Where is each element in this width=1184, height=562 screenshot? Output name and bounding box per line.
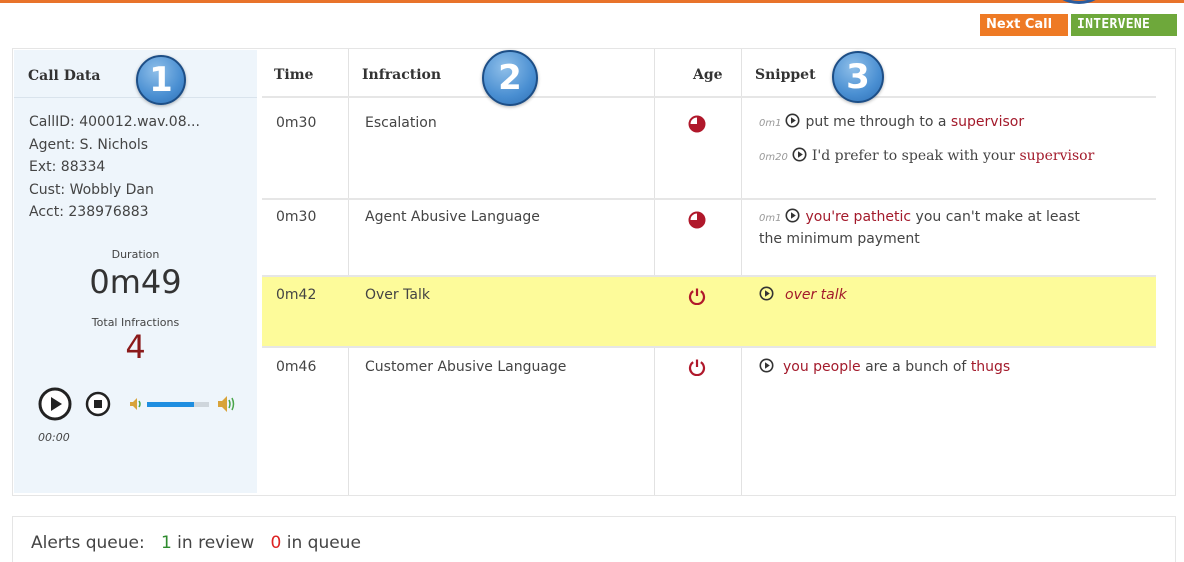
stop-icon[interactable] [85, 391, 111, 417]
queue-count[interactable]: 0 [271, 533, 282, 553]
snippet-line: 0m1 you're pathetic you can't make at lea… [759, 207, 1149, 250]
row-infraction: Escalation [365, 115, 437, 131]
column-header-snippet: Snippet [755, 67, 816, 83]
total-infractions-value: 4 [125, 328, 146, 366]
call-data-sidebar: Call Data CallID: 400012.wav.08... Agent… [14, 50, 257, 493]
duration-label: Duration [111, 248, 160, 261]
play-snippet-icon[interactable] [792, 147, 807, 162]
snippet-timestamp: 0m1 [759, 213, 782, 224]
column-divider [654, 49, 655, 495]
review-label: in review [177, 533, 255, 553]
agent-name: Agent: S. Nichols [29, 136, 149, 153]
snippet-timestamp: 0m1 [759, 118, 782, 129]
call-data-header: Call Data [14, 50, 257, 98]
column-divider [741, 49, 742, 495]
row-divider [262, 275, 1156, 277]
snippet-line: over talk [759, 285, 847, 306]
snippet-keyword: over talk [785, 287, 847, 303]
column-header-age: Age [693, 67, 723, 83]
volume-slider-fill [147, 402, 194, 407]
snippet-text: I'd prefer to speak with your [811, 148, 1020, 164]
call-info: CallID: 400012.wav.08... Agent: S. Nicho… [29, 111, 200, 224]
volume-slider[interactable] [147, 402, 209, 407]
row-time: 0m30 [276, 209, 317, 225]
play-snippet-icon[interactable] [759, 286, 774, 301]
play-snippet-icon[interactable] [785, 113, 800, 128]
next-call-button[interactable]: Next Call [980, 14, 1068, 36]
intervene-button[interactable]: INTERVENE [1071, 14, 1177, 36]
customer-name: Cust: Wobbly Dan [29, 181, 154, 198]
snippet-text: you can't make at least [911, 209, 1080, 225]
power-icon [688, 359, 706, 376]
volume-low-icon[interactable] [129, 397, 145, 411]
power-icon [688, 288, 706, 305]
snippet-line: you people are a bunch of thugs [759, 357, 1010, 378]
row-time: 0m42 [276, 287, 317, 303]
snippet-text: put me through to a [805, 114, 951, 130]
row-divider [262, 198, 1156, 200]
call-review-panel: Call Data CallID: 400012.wav.08... Agent… [12, 48, 1176, 496]
volume-high-icon[interactable] [217, 395, 237, 413]
call-data-title: Call Data [28, 68, 101, 84]
play-snippet-icon[interactable] [785, 208, 800, 223]
row-time: 0m30 [276, 115, 317, 131]
snippet-text: are a bunch of [860, 359, 971, 375]
extension: Ext: 88334 [29, 159, 106, 175]
snippet-keyword: thugs [970, 359, 1011, 375]
row-divider [262, 96, 1156, 98]
snippet-keyword: you're pathetic [805, 209, 912, 225]
account-number: Acct: 238976883 [29, 204, 149, 220]
alerts-queue-text: Alerts queue: 1 in review 0 in queue [31, 533, 361, 553]
snippet-keyword: supervisor [1019, 148, 1095, 164]
row-infraction: Agent Abusive Language [365, 209, 540, 225]
playback-timecode: 00:00 [38, 431, 70, 444]
snippet-text-continued: the minimum payment [759, 231, 920, 247]
call-id: CallID: 400012.wav.08... [29, 114, 200, 130]
snippet-timestamp: 0m20 [759, 152, 788, 163]
review-count[interactable]: 1 [161, 533, 172, 553]
row-infraction: Customer Abusive Language [365, 359, 567, 375]
row-divider [262, 346, 1156, 348]
snippet-line: 0m1 put me through to a supervisor [759, 112, 1024, 134]
pie-three-quarter-icon [688, 115, 706, 133]
play-icon[interactable] [38, 387, 72, 421]
duration-value: 0m49 [89, 263, 182, 301]
callout-badge-2: 2 [482, 50, 538, 106]
pie-three-quarter-icon [688, 211, 706, 229]
column-header-time: Time [274, 67, 314, 83]
snippet-line: 0m20 I'd prefer to speak with your superv… [759, 146, 1094, 168]
snippet-keyword: supervisor [950, 114, 1025, 130]
play-snippet-icon[interactable] [759, 358, 774, 373]
top-accent-line [0, 0, 1184, 3]
row-infraction: Over Talk [365, 287, 430, 303]
queue-label: in queue [286, 533, 361, 553]
callout-badge-1: 1 [136, 55, 186, 105]
alerts-queue-bar: Alerts queue: 1 in review 0 in queue [12, 516, 1176, 562]
callout-badge-3: 3 [832, 51, 884, 103]
column-divider [348, 49, 349, 495]
column-header-infraction: Infraction [362, 67, 442, 83]
alerts-queue-label: Alerts queue: [31, 533, 145, 553]
snippet-keyword: you people [783, 359, 861, 375]
row-time: 0m46 [276, 359, 317, 375]
